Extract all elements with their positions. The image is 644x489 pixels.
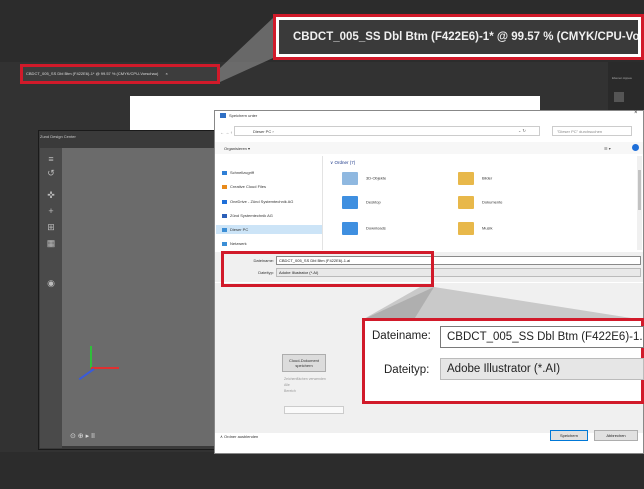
folder-3d-objects[interactable]: 3D-Objekte [342,172,386,185]
dialog-close-icon[interactable]: × [634,110,638,116]
scrollbar-thumb[interactable] [638,170,641,210]
status-bar [0,452,644,489]
nav-item-label: Zünd Systemtechnik AG [230,213,273,218]
folder-icon [458,172,474,185]
settings-tool-icon[interactable]: ◉ [46,278,56,288]
filetype-label-zoomed: Dateityp: [384,364,430,376]
view-options-button[interactable]: ☰ ▾ [604,146,611,151]
address-bar[interactable]: Dieser PC › [234,126,540,136]
folder-label: Desktop [366,199,381,205]
nav-item-label: OneDrive - Zünd Systemtechnik AG [230,199,294,204]
view-controls[interactable]: ⊙ ⊕ ▸ II [70,432,95,440]
dialog-app-icon [220,113,226,118]
folder-label: 3D-Objekte [366,175,387,181]
download-folder-icon [342,222,358,235]
dock-panel-icon[interactable] [614,92,624,102]
y-axis-indicator [90,346,92,368]
cloud-icon [222,199,227,204]
help-icon[interactable] [632,144,639,151]
folder-music[interactable]: Musik [458,222,492,235]
folder-pictures[interactable]: Bilder [458,172,492,185]
document-tab-zoomed: CBDCT_005_SS Dbl Btm (F422E6)-1* @ 99.57… [279,20,638,54]
x-axis-indicator [91,367,119,369]
nav-item-label: Creative Cloud Files [230,184,267,189]
3d-viewport[interactable] [62,148,216,446]
range-input[interactable] [284,406,344,414]
save-cloud-document-button[interactable]: Cloud-Dokument speichern [282,354,326,372]
folder-icon [222,184,227,189]
add-tool-icon[interactable]: + [46,206,56,216]
filename-input-zoomed: CBDCT_005_SS Dbl Btm (F422E6)-1.ai [440,326,644,348]
folder-documents[interactable]: Dokumente [458,196,502,209]
artboard-options[interactable]: Zeichenflächen verwenden Alle Bereich [284,376,326,394]
nav-item-zund[interactable]: Zünd Systemtechnik AG [222,213,273,218]
grid-tool-icon[interactable]: ▦ [46,238,56,248]
dialog-title: Speichern unter [229,113,258,118]
panel-title: Zund Design Center [40,134,76,139]
nav-item-quick-access[interactable]: Schnellzugriff [222,170,254,175]
folder-icon [458,196,474,209]
music-folder-icon [458,222,474,235]
file-fields-highlight [221,251,434,287]
nav-item-network[interactable]: Netzwerk [222,241,247,246]
pointer-tool-icon[interactable]: ✜ [46,190,56,200]
hide-folders-button[interactable]: ∧ Ordner ausblenden [220,434,258,439]
nav-item-creative-cloud[interactable]: Creative Cloud Files [222,184,266,189]
organize-menu-button[interactable]: Organisieren ▾ [224,146,250,151]
folder-label: Musik [482,225,493,231]
layers-tool-icon[interactable]: ≡ [46,154,56,164]
network-icon [222,241,227,246]
save-button[interactable]: Speichern [550,430,588,441]
folders-group-header[interactable]: ∨ Ordner (7) [330,160,355,166]
folder-desktop[interactable]: Desktop [342,196,381,209]
folder-label: Dokumente [482,199,503,205]
computer-icon [222,227,227,232]
search-input[interactable]: "Dieser PC" durchsuchen [552,126,632,136]
nav-arrows-icon[interactable]: ← → ↑ [220,130,232,135]
dialog-toolbar [215,142,643,154]
nav-item-label: Netzwerk [230,241,247,246]
nav-item-this-pc[interactable]: Dieser PC [222,227,248,232]
cancel-button[interactable]: Abbrechen [594,430,638,441]
filename-label-zoomed: Dateiname: [372,330,431,342]
document-tab-zoomed-title: CBDCT_005_SS Dbl Btm (F422E6)-1* @ 99.57… [293,31,638,43]
folder-icon [342,196,358,209]
document-tab-callout: CBDCT_005_SS Dbl Btm (F422E6)-1* @ 99.57… [273,14,644,60]
dock-tab-labels[interactable]: Ebenen Appea [612,76,632,80]
refresh-icon[interactable]: ⌄ ↻ [518,128,526,133]
nav-item-onedrive[interactable]: OneDrive - Zünd Systemtechnik AG [222,199,293,204]
nav-item-label: Dieser PC [230,227,249,232]
document-tab-highlight [20,64,220,84]
undo-tool-icon[interactable]: ↺ [46,168,56,178]
folder-downloads[interactable]: Downloads [342,222,386,235]
filetype-select-zoomed: Adobe Illustrator (*.AI) [440,358,644,380]
building-icon [222,213,227,218]
nav-item-label: Schnellzugriff [230,170,254,175]
folder-label: Bilder [482,175,493,181]
folder-icon [342,172,358,185]
star-icon [222,170,227,175]
folder-label: Downloads [366,225,386,231]
transform-tool-icon[interactable]: ⊞ [46,222,56,232]
